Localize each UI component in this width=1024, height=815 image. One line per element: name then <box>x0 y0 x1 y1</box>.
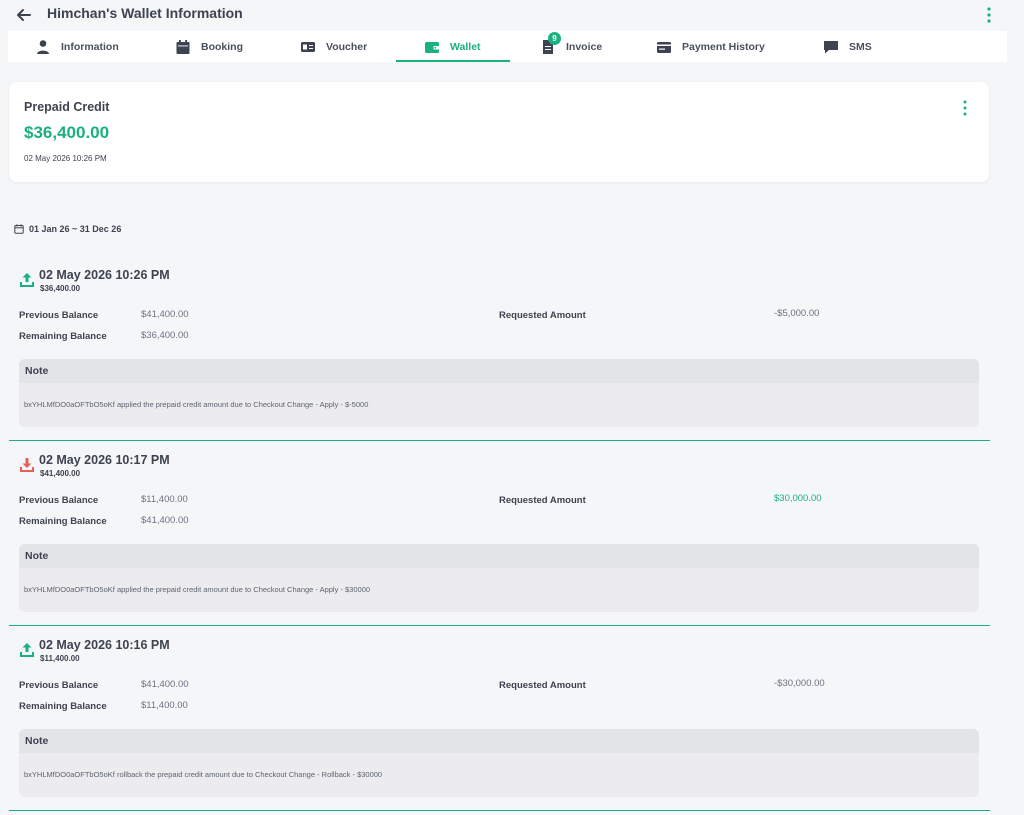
previous-balance-label: Previous Balance <box>19 680 99 691</box>
remaining-balance-value: $36,400.00 <box>141 330 189 341</box>
requested-amount-value: -$5,000.00 <box>774 308 820 319</box>
entry-amount: $41,400.00 <box>40 469 81 478</box>
tab-booking[interactable]: Booking <box>175 31 243 62</box>
note-box: Note bxYHLMfDO0aOFTbO5oKf applied the pr… <box>19 544 979 612</box>
upload-icon <box>20 273 34 287</box>
prepaid-credit-amount: $36,400.00 <box>24 123 110 142</box>
remaining-balance-value: $41,400.00 <box>141 515 189 526</box>
remaining-balance-label: Remaining Balance <box>19 331 107 342</box>
prepaid-credit-label: Prepaid Credit <box>24 100 110 114</box>
more-options-icon[interactable] <box>982 6 996 24</box>
previous-balance-label: Previous Balance <box>19 495 99 506</box>
tab-label: Booking <box>201 40 243 53</box>
calendar-icon <box>176 39 190 54</box>
requested-amount-value: -$30,000.00 <box>774 678 825 689</box>
invoice-count-badge: 9 <box>548 31 561 45</box>
entry-date: 02 May 2026 10:17 PM <box>39 453 170 467</box>
prepaid-credit-date: 02 May 2026 10:26 PM <box>24 154 107 163</box>
note-box: Note bxYHLMfDO0aOFTbO5oKf rollback the p… <box>19 729 979 797</box>
tab-label: SMS <box>849 40 872 53</box>
wallet-icon <box>425 41 439 53</box>
requested-amount-label: Requested Amount <box>499 495 586 506</box>
note-box: Note bxYHLMfDO0aOFTbO5oKf applied the pr… <box>19 359 979 427</box>
previous-balance-value: $41,400.00 <box>141 309 189 320</box>
person-icon <box>37 39 49 54</box>
remaining-balance-value: $11,400.00 <box>141 700 188 711</box>
ticket-icon <box>301 41 315 52</box>
entry-date: 02 May 2026 10:16 PM <box>39 638 170 652</box>
page-title: Himchan's Wallet Information <box>47 5 243 21</box>
note-text: bxYHLMfDO0aOFTbO5oKf applied the prepaid… <box>24 400 369 409</box>
date-range-text: 01 Jan 26 ~ 31 Dec 26 <box>29 224 122 234</box>
active-tab-indicator <box>396 60 510 62</box>
previous-balance-label: Previous Balance <box>19 310 99 321</box>
tab-bar: Information Booking Voucher Wallet 9 Inv… <box>8 31 1007 62</box>
tab-voucher[interactable]: Voucher <box>300 31 367 62</box>
transaction-entry: 02 May 2026 10:16 PM $11,400.00 Previous… <box>9 626 990 811</box>
remaining-balance-label: Remaining Balance <box>19 701 107 712</box>
prepaid-credit-card: Prepaid Credit $36,400.00 02 May 2026 10… <box>9 82 989 182</box>
remaining-balance-label: Remaining Balance <box>19 516 107 527</box>
requested-amount-value: $30,000.00 <box>774 493 822 504</box>
tab-label: Wallet <box>450 40 481 53</box>
tab-label: Invoice <box>566 40 603 53</box>
entry-amount: $11,400.00 <box>40 654 80 663</box>
tab-label: Information <box>61 40 119 53</box>
date-range-filter[interactable]: 01 Jan 26 ~ 31 Dec 26 <box>14 224 121 234</box>
note-header: Note <box>19 544 979 568</box>
tab-payment-history[interactable]: Payment History <box>656 31 765 62</box>
calendar-outline-icon <box>14 224 24 234</box>
tab-invoice[interactable]: 9 Invoice <box>540 31 602 62</box>
top-bar: Himchan's Wallet Information <box>0 0 1024 30</box>
requested-amount-label: Requested Amount <box>499 310 586 321</box>
tab-sms[interactable]: SMS <box>823 31 872 62</box>
upload-icon <box>20 643 34 657</box>
entry-amount: $36,400.00 <box>40 284 81 293</box>
transaction-entry: 02 May 2026 10:26 PM $36,400.00 Previous… <box>9 256 990 441</box>
entry-date: 02 May 2026 10:26 PM <box>39 268 170 282</box>
previous-balance-value: $11,400.00 <box>141 494 188 505</box>
chat-icon <box>824 40 838 53</box>
credit-card-icon <box>657 41 671 53</box>
back-arrow-icon[interactable] <box>14 5 34 25</box>
card-more-options-icon[interactable] <box>959 99 971 117</box>
tab-information[interactable]: Information <box>35 31 119 62</box>
entry-divider <box>9 810 990 811</box>
tab-label: Payment History <box>682 40 765 53</box>
requested-amount-label: Requested Amount <box>499 680 586 691</box>
previous-balance-value: $41,400.00 <box>141 679 189 690</box>
note-header: Note <box>19 359 979 383</box>
note-header: Note <box>19 729 979 753</box>
note-text: bxYHLMfDO0aOFTbO5oKf applied the prepaid… <box>24 585 371 594</box>
transaction-entry: 02 May 2026 10:17 PM $41,400.00 Previous… <box>9 441 990 626</box>
tab-wallet[interactable]: Wallet <box>424 31 481 62</box>
download-icon <box>20 458 34 472</box>
note-text: bxYHLMfDO0aOFTbO5oKf rollback the prepai… <box>24 770 383 779</box>
tab-label: Voucher <box>326 40 368 53</box>
